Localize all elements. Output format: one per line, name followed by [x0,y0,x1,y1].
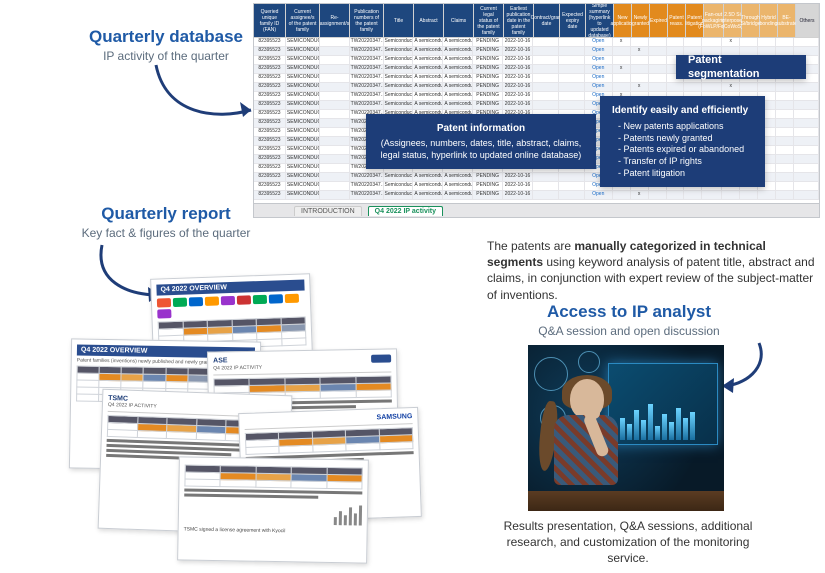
col-reason-granted: Newly granted [632,4,650,38]
quarterly-report-label: Quarterly report Key fact & figures of t… [66,204,266,240]
identify-item-litigation: Patent litigation [618,168,753,180]
table-row: 82395523SEMICONDUCTOR…TW20220347…Semicon… [254,191,819,200]
caption-categorization-a: The patents are [487,239,574,253]
col-status: Current legal status of the patent famil… [474,4,504,38]
analyst-subtitle: Q&A session and open discussion [504,324,754,338]
identify-item-expired: Patents expired or abandoned [618,144,753,156]
col-expiry: Expected expiry date [560,4,586,38]
col-reassign: Re-assignment/s [320,4,350,38]
col-family-id: Queried unique family ID (FAN) [254,4,286,38]
thumb6-footer: TSMC signed a license agreement with Kyo… [184,526,362,535]
arrow-db-to-sheet [146,60,266,130]
callout-patent-information: Patent information (Assignees, numbers, … [366,114,596,169]
identify-item-new-apps: New patents applications [618,121,753,133]
sheet-tab-introduction[interactable]: INTRODUCTION [294,206,362,216]
col-grant-date: Contract/grant date [534,4,560,38]
thumb1-title: Q4 2022 OVERVIEW [156,279,304,295]
sheet-tab-q4-activity[interactable]: Q4 2022 IP activity [368,206,443,216]
ase-logo-icon [371,354,391,362]
table-row: 82395523SEMICONDUCTOR…TW20220347…Semicon… [254,38,819,47]
col-reason-new: New application [614,4,632,38]
analyst-illustration [528,345,724,511]
col-earliest-pub: Earliest publication date in the patent … [504,4,534,38]
analyst-label: Access to IP analyst Q&A session and ope… [504,302,754,338]
callout-identify-easily: Identify easily and efficiently New pate… [600,96,765,187]
quarterly-database-title: Quarterly database [76,27,256,47]
spreadsheet-tab-bar: INTRODUCTION Q4 2022 IP activity [254,203,819,217]
quarterly-report-title: Quarterly report [66,204,266,224]
table-row: 82395523SEMICONDUCTOR…TW20220347…Semicon… [254,83,819,92]
col-abstract: Abstract [414,4,444,38]
col-25d-4: BE-substrate [778,4,796,38]
quarterly-database-label: Quarterly database IP activity of the qu… [76,27,256,63]
callout-patent-info-text: (Assignees, numbers, dates, title, abstr… [378,138,584,161]
analyst-title: Access to IP analyst [504,302,754,322]
callout-patent-info-title: Patent information [378,122,584,135]
callout-identify-title: Identify easily and efficiently [612,104,753,117]
col-others: Others [796,4,819,38]
thumb3-company: ASE [213,357,228,365]
identify-item-transfer: Transfer of IP rights [618,156,753,168]
analyst-person-icon [542,375,632,507]
caption-analyst: Results presentation, Q&A sessions, addi… [494,518,762,567]
col-25d-1: 2.5D Si interposer (CoWoS) [724,4,742,38]
col-pub-numbers: Publication numbers of the patent family [350,4,384,38]
col-assignee: Current assignee/s of the patent family [286,4,320,38]
callout-patent-segmentation: Patent segmentation [676,55,806,79]
spreadsheet-header-row: Queried unique family ID (FAN) Current a… [254,4,819,38]
col-25d-2: Through Si/bridge [742,4,760,38]
quarterly-report-subtitle: Key fact & figures of the quarter [66,226,266,240]
col-claims: Claims [444,4,474,38]
caption-categorization: The patents are manually categorized in … [487,238,817,303]
col-reason-reassign: Patent reass. [668,4,686,38]
identify-item-newly-granted: Patents newly granted [618,133,753,145]
report-thumb-6: TSMC signed a license agreement with Kyo… [177,456,369,563]
col-reason-expired: Expired [650,4,668,38]
col-title: Title [384,4,414,38]
